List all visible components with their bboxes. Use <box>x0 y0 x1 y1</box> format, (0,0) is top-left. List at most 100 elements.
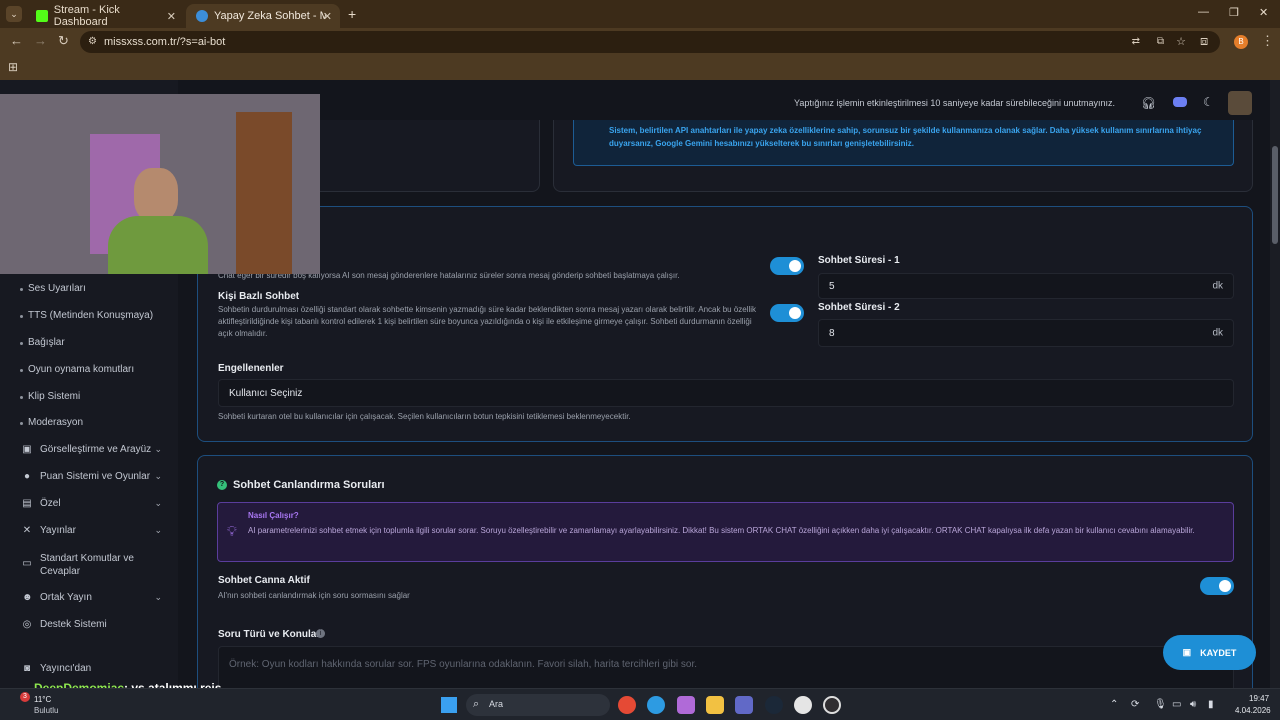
tab-kick-dashboard[interactable]: Stream - Kick Dashboard ✕ <box>26 4 184 28</box>
tab-title: Stream - Kick Dashboard <box>53 4 120 28</box>
top-right-card: Sistem, belirtilen API anahtarları ile y… <box>553 120 1253 192</box>
tab-ai-chat[interactable]: Yapay Zeka Sohbet - MissXss Al ✕ <box>186 4 340 28</box>
back-icon[interactable]: ← <box>10 33 23 48</box>
revive-active-toggle[interactable] <box>1200 577 1234 595</box>
chevron-down-icon: ⌄ <box>154 592 162 602</box>
edge-icon[interactable] <box>647 696 665 714</box>
sidebar-item-label: Standart Komutlar ve Cevaplar <box>40 553 134 577</box>
search-icon: ⌕ <box>473 698 480 710</box>
sidebar-sub-oyun-komutlari[interactable]: Oyun oynama komutları <box>19 364 134 375</box>
network-icon[interactable]: ▭ <box>1172 699 1181 710</box>
steam-icon[interactable] <box>765 696 783 714</box>
sohbet-suresi-2-toggle[interactable] <box>770 304 804 322</box>
obs-icon[interactable] <box>823 696 841 714</box>
unit-label: dk <box>1212 280 1223 292</box>
webcam-person-body <box>108 216 208 274</box>
tab-search-button[interactable]: ⌄ <box>6 6 22 22</box>
bookmark-star-icon[interactable]: ☆ <box>1176 31 1186 53</box>
close-icon[interactable]: ✕ <box>323 10 332 23</box>
sidebar-sub-moderasyon[interactable]: Moderasyon <box>19 417 83 428</box>
api-info-text: Sistem, belirtilen API anahtarları ile y… <box>609 126 1202 148</box>
apps-grid-icon[interactable]: ⊞ <box>8 60 18 74</box>
microphone-icon[interactable]: 🎙︎ <box>1154 699 1167 710</box>
extensions-icon[interactable]: ⧈ <box>1200 33 1208 49</box>
lightbulb-icon: 💡︎ <box>227 523 237 539</box>
chevron-down-icon: ⌄ <box>154 525 162 535</box>
volume-icon[interactable]: 🔊︎ <box>1190 699 1196 710</box>
how-it-works-text: AI parametrelerinizi sohbet etmek için t… <box>248 526 1195 535</box>
sidebar-item-ortak-yayin[interactable]: ☻ Ortak Yayın ⌄ <box>0 592 178 603</box>
save-button[interactable]: ▣ KAYDET <box>1163 635 1256 670</box>
engellenenler-select[interactable]: Kullanıcı Seçiniz <box>218 379 1234 407</box>
windows-start-icon[interactable] <box>441 697 457 713</box>
menu-icon[interactable]: ⋮ <box>1261 33 1274 49</box>
gamepad-icon: ◙ <box>23 662 31 674</box>
sidebar-item-gorsellestirme[interactable]: ▣ Görselleştirme ve Arayüz ⌄ <box>0 444 178 455</box>
sidebar-item-yayincidan[interactable]: ◙ Yayıncı'dan <box>0 663 178 674</box>
page-scrollbar[interactable] <box>1270 80 1280 688</box>
revive-active-desc: AI'nın sohbeti canlandırmak için soru so… <box>218 591 410 600</box>
sidebar-item-puan[interactable]: ● Puan Sistemi ve Oyunlar ⌄ <box>0 471 178 482</box>
save-icon: ▣ <box>1182 647 1192 657</box>
save-label: KAYDET <box>1200 647 1237 658</box>
scroll-thumb[interactable] <box>1272 146 1278 244</box>
sidebar-sub-tts[interactable]: TTS (Metinden Konuşmaya) <box>19 310 153 321</box>
address-input[interactable]: ⚙ missxss.com.tr/?s=ai-bot ⇄ ⧉ ☆ <box>80 31 1220 53</box>
headset-icon[interactable]: 🎧︎ <box>1141 96 1156 110</box>
bookmarks-bar: ⊞ <box>0 56 1280 80</box>
reload-icon[interactable]: ↻ <box>58 33 69 49</box>
app-icon[interactable] <box>794 696 812 714</box>
sidebar-item-ozel[interactable]: ▤ Özel ⌄ <box>0 498 178 509</box>
topics-textarea[interactable]: Örnek: Oyun kodları hakkında sorular sor… <box>218 646 1234 688</box>
chevron-down-icon: ⌄ <box>154 444 162 454</box>
sidebar-sub-klip[interactable]: Klip Sistemi <box>19 391 80 402</box>
sidebar-item-yayinlar[interactable]: ✕ Yayınlar ⌄ <box>0 525 178 536</box>
chrome-icon[interactable] <box>618 696 636 714</box>
discord-icon[interactable] <box>1173 97 1187 107</box>
clock-date[interactable]: 4.04.2026 <box>1235 706 1271 715</box>
taskbar-search[interactable]: ⌕ Ara <box>466 694 610 716</box>
restore-icon[interactable]: ❐ <box>1229 6 1239 19</box>
sidebar-item-label: Yayıncı'dan <box>40 663 92 674</box>
input-value: 8 <box>829 327 835 339</box>
sidebar-sub-ses-uyarilari[interactable]: Ses Uyarıları <box>20 283 86 294</box>
weather-temp[interactable]: 11°C <box>34 695 51 704</box>
sohbet-suresi-1-label: Sohbet Süresi - 1 <box>818 255 900 266</box>
battery-icon[interactable]: ▮ <box>1208 699 1214 710</box>
textarea-placeholder: Örnek: Oyun kodları hakkında sorular sor… <box>229 659 698 670</box>
close-window-icon[interactable]: ✕ <box>1259 6 1268 19</box>
browser-tab-bar: ⌄ Stream - Kick Dashboard ✕ Yapay Zeka S… <box>0 0 1280 28</box>
forward-icon[interactable]: → <box>34 33 47 48</box>
translate-icon[interactable]: ⇄ <box>1132 31 1140 53</box>
avatar[interactable] <box>1228 91 1252 115</box>
sidebar-item-label: Özel <box>40 498 61 509</box>
users-icon: ☻ <box>22 591 33 603</box>
search-placeholder: Ara <box>489 699 504 709</box>
chevron-down-icon: ⌄ <box>154 471 162 481</box>
minimize-icon[interactable]: — <box>1198 6 1209 18</box>
new-tab-button[interactable]: + <box>348 6 356 22</box>
weather-desc[interactable]: Bulutlu <box>34 706 58 715</box>
chevron-down-icon: ⌄ <box>154 498 162 508</box>
clock-time[interactable]: 19:47 <box>1249 694 1269 703</box>
file-explorer-icon[interactable] <box>706 696 724 714</box>
copilot-icon[interactable] <box>677 696 695 714</box>
install-icon[interactable]: ⧉ <box>1157 31 1164 53</box>
sohbet-suresi-1-input[interactable]: 5 dk <box>818 273 1234 299</box>
profile-avatar[interactable]: B <box>1234 35 1248 49</box>
close-icon[interactable]: ✕ <box>167 10 176 23</box>
kisi-bazli-desc: Sohbetin durdurulması özelliği standart … <box>218 305 757 338</box>
sidebar-sub-bagislar[interactable]: Bağışlar <box>20 337 65 348</box>
site-info-icon[interactable]: ⚙ <box>88 31 97 53</box>
sohbet-suresi-2-input[interactable]: 8 dk <box>818 319 1234 347</box>
star-box-icon: ▤ <box>22 497 32 509</box>
info-icon[interactable]: i <box>316 629 325 638</box>
sohbet-suresi-1-toggle[interactable] <box>770 257 804 275</box>
sidebar-item-standart-komutlar[interactable]: ▭ Standart Komutlar ve Cevaplar <box>0 552 178 578</box>
tray-chevron-icon[interactable]: ⌃ <box>1110 699 1118 710</box>
header-notice: Yaptığınız işlemin etkinleştirilmesi 10 … <box>794 98 1115 108</box>
sidebar-item-destek[interactable]: ◎ Destek Sistemi <box>0 619 178 630</box>
teams-icon[interactable] <box>735 696 753 714</box>
dark-mode-icon[interactable]: ☾ <box>1203 95 1214 109</box>
tray-app-icon[interactable]: ⟳ <box>1131 699 1139 710</box>
